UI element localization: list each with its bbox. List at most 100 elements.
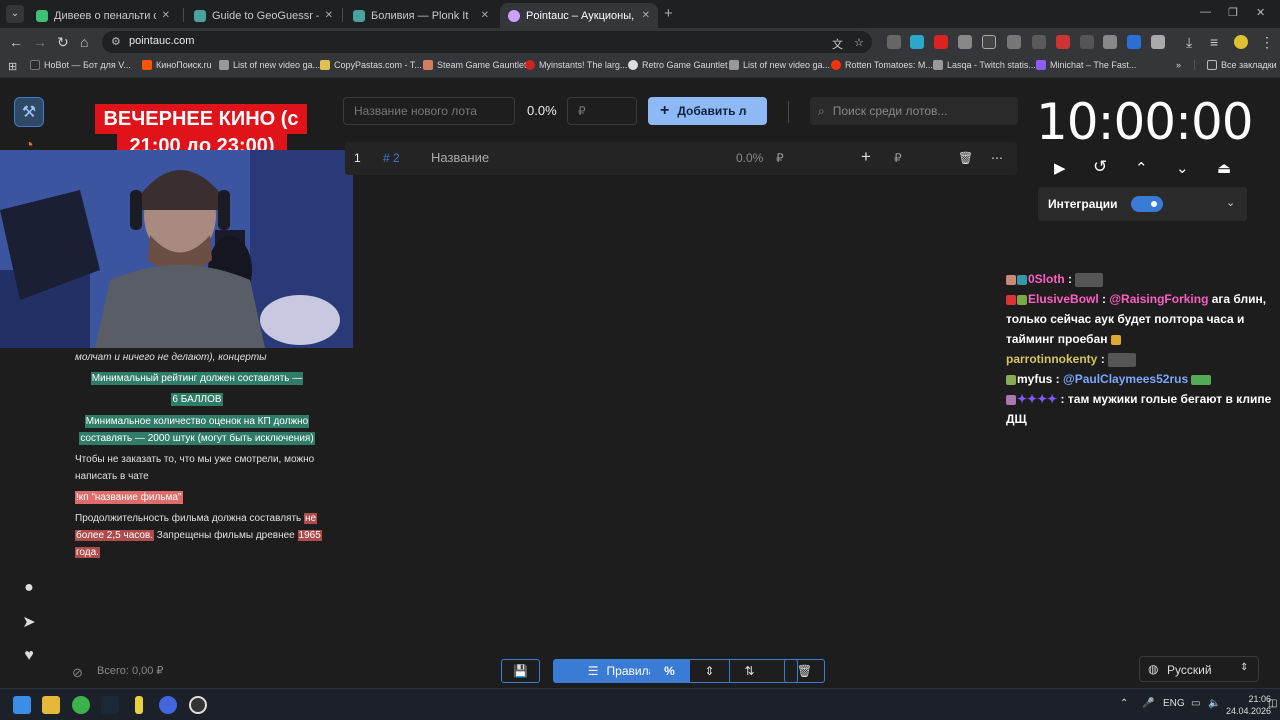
- play-icon[interactable]: ▶: [1054, 159, 1066, 177]
- bookmark-star-icon[interactable]: ☆: [854, 36, 864, 49]
- percent-toggle-button[interactable]: %: [650, 660, 689, 682]
- file-explorer-icon[interactable]: [42, 696, 60, 714]
- reload-icon[interactable]: ↻: [57, 34, 69, 50]
- extension-icon[interactable]: [982, 35, 996, 49]
- extension-icon[interactable]: [1032, 35, 1046, 49]
- add-amount-icon[interactable]: +: [861, 147, 871, 167]
- apps-grid-icon[interactable]: ⊞: [8, 59, 17, 75]
- bookmark-item[interactable]: CopyPastas.com - T...: [320, 60, 422, 70]
- input-language[interactable]: ENG: [1163, 698, 1185, 709]
- more-options-icon[interactable]: ⋯: [991, 151, 1003, 165]
- bookmark-item[interactable]: List of new video ga...: [729, 60, 830, 70]
- chevron-down-icon[interactable]: ⌄: [1226, 196, 1235, 209]
- start-icon[interactable]: [13, 696, 31, 714]
- obs-icon[interactable]: [189, 696, 207, 714]
- divider: [788, 101, 789, 123]
- extension-icon[interactable]: [1127, 35, 1141, 49]
- translate-icon[interactable]: 文: [832, 36, 843, 52]
- reading-list-icon[interactable]: ≡: [1210, 34, 1218, 50]
- extension-icon[interactable]: [1007, 35, 1021, 49]
- bookmark-item[interactable]: КиноПоиск.ru: [142, 60, 212, 70]
- lot-add-amount-input[interactable]: ₽: [894, 151, 902, 165]
- chrome-icon[interactable]: [72, 696, 90, 714]
- auction-hammer-icon[interactable]: ⚒: [14, 97, 44, 127]
- display-icon[interactable]: ▭: [1191, 698, 1200, 709]
- extension-icon[interactable]: [934, 35, 948, 49]
- bookmark-item[interactable]: Rotten Tomatoes: M...: [831, 60, 933, 70]
- all-bookmarks[interactable]: Все закладки: [1194, 60, 1277, 70]
- github-icon[interactable]: ●: [14, 573, 44, 603]
- address-input[interactable]: ⚙ pointauc.com 文 ☆: [102, 31, 872, 53]
- notification-icon[interactable]: ◫: [1268, 698, 1277, 709]
- rules-text: более 2,5 часов. Запрещены фильмы древне…: [75, 530, 322, 541]
- close-icon[interactable]: ✕: [162, 10, 170, 21]
- tab-search-button[interactable]: ⌄: [6, 5, 24, 23]
- save-button[interactable]: 💾: [501, 659, 540, 683]
- sort-icon[interactable]: ⇅: [729, 660, 769, 682]
- extension-icon[interactable]: [887, 35, 901, 49]
- language-select[interactable]: ◍ Русский ⇕: [1139, 656, 1259, 682]
- chat-username: myfus: [1017, 372, 1053, 386]
- bookmark-item[interactable]: Myinstants! The larg...: [525, 60, 627, 70]
- profile-avatar[interactable]: [1234, 35, 1248, 49]
- bookmark-item[interactable]: Minichat – The Fast...: [1036, 60, 1136, 70]
- donate-hand-icon[interactable]: ♥: [14, 641, 44, 671]
- steam-icon[interactable]: [101, 696, 119, 714]
- extension-icon[interactable]: [1056, 35, 1070, 49]
- eye-off-icon[interactable]: ⊘: [72, 665, 83, 681]
- browser-tab[interactable]: Guide to GeoGuessr — Plonk It ✕: [186, 3, 341, 28]
- delete-all-button[interactable]: 🗑: [784, 659, 825, 683]
- browser-tab[interactable]: Боливия — Plonk It ✕: [345, 3, 497, 28]
- chevron-up-icon[interactable]: ⌃: [1120, 698, 1128, 709]
- extension-icon[interactable]: [1103, 35, 1117, 49]
- chevron-up-icon[interactable]: ⌃: [1135, 159, 1148, 177]
- bookmark-item[interactable]: Lasqa - Twitch statis...: [933, 60, 1036, 70]
- bookmark-item[interactable]: Steam Game Gauntlet: [423, 60, 527, 70]
- extension-icon[interactable]: [910, 35, 924, 49]
- bookmark-item[interactable]: List of new video ga...: [219, 60, 320, 70]
- compress-icon[interactable]: ⇕: [689, 660, 729, 682]
- mic-icon[interactable]: 🎤: [1142, 698, 1154, 709]
- lot-search-input[interactable]: ⌕ Поиск среди лотов...: [810, 97, 1018, 125]
- add-lot-button[interactable]: + Добавить лот: [648, 97, 767, 125]
- rules-title: ВЕЧЕРНЕЕ КИНО (с: [95, 104, 307, 134]
- speaker-icon[interactable]: 🔈: [1208, 698, 1220, 709]
- bookmark-item[interactable]: HoBot — Бот для V...: [30, 60, 131, 70]
- maximize-icon[interactable]: ❐: [1228, 6, 1238, 19]
- menu-icon[interactable]: ⋮: [1260, 34, 1274, 50]
- close-window-icon[interactable]: ✕: [1256, 6, 1265, 19]
- chevron-right-icon[interactable]: »: [1176, 60, 1181, 70]
- telegram-icon[interactable]: ➤: [14, 607, 44, 637]
- close-icon[interactable]: ✕: [642, 10, 650, 21]
- download-icon[interactable]: ⤓: [1186, 34, 1192, 50]
- chevron-down-icon[interactable]: ⌄: [1176, 159, 1189, 177]
- app-icon[interactable]: [135, 696, 143, 714]
- browser-tab-active[interactable]: Pointauc – Аукционы, лотере ✕: [500, 3, 658, 28]
- app-icon[interactable]: [159, 696, 177, 714]
- integrations-toggle[interactable]: [1131, 196, 1163, 212]
- new-lot-percent: 0.0%: [527, 103, 557, 118]
- new-tab-icon[interactable]: +: [664, 5, 673, 22]
- updown-icon: ⇕: [1240, 662, 1249, 673]
- extensions-puzzle-icon[interactable]: [1151, 35, 1165, 49]
- lot-name-input[interactable]: Название: [431, 150, 489, 165]
- eject-icon[interactable]: ⏏: [1217, 159, 1231, 177]
- trash-icon[interactable]: 🗑: [958, 151, 973, 165]
- browser-tab[interactable]: Дивеев о пенальти с «Локо» ✕: [28, 3, 178, 28]
- minimize-icon[interactable]: —: [1200, 6, 1211, 18]
- new-lot-amount-input[interactable]: ₽: [567, 97, 637, 125]
- site-info-icon[interactable]: ⚙: [111, 35, 121, 48]
- system-clock[interactable]: 21:06 24.04.2026: [1226, 693, 1271, 717]
- extension-icon[interactable]: [958, 35, 972, 49]
- extension-icon[interactable]: [1080, 35, 1094, 49]
- reset-icon[interactable]: ↺: [1093, 157, 1107, 177]
- home-icon[interactable]: ⌂: [80, 34, 88, 50]
- new-lot-name-input[interactable]: Название нового лота: [343, 97, 515, 125]
- integrations-panel[interactable]: Интеграции ⌄: [1038, 187, 1247, 221]
- forward-icon[interactable]: →: [33, 34, 47, 50]
- lot-row[interactable]: 1 # 2 Название 0.0% ₽ + ₽ 🗑 ⋯: [345, 142, 1017, 175]
- bookmark-item[interactable]: Retro Game Gauntlet: [628, 60, 728, 70]
- close-icon[interactable]: ✕: [481, 10, 489, 21]
- close-icon[interactable]: ✕: [325, 10, 333, 21]
- back-icon[interactable]: ←: [9, 34, 23, 50]
